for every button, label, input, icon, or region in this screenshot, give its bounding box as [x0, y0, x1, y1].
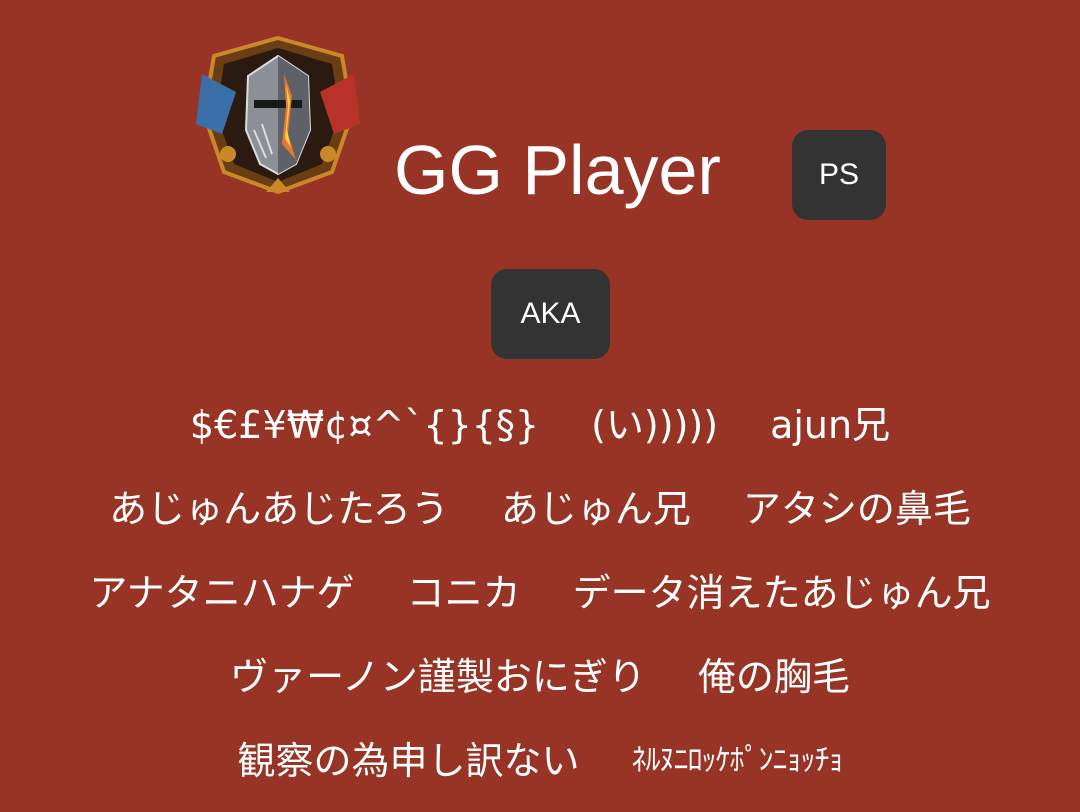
alias-item: ﾈﾙﾇﾆﾛｯｹﾎﾟﾝﾆｮｯﾁｮ	[631, 743, 844, 778]
aka-badge: AKA	[491, 269, 610, 359]
alias-item: (い)))))	[591, 403, 719, 447]
knight-helmet-emblem-icon	[192, 34, 364, 194]
alias-item: あじゅんあじたろう	[109, 487, 449, 531]
alias-row: 観察の為申し訳ない ﾈﾙﾇﾆﾛｯｹﾎﾟﾝﾆｮｯﾁｮ	[0, 728, 1080, 812]
alias-item: ヴァーノン謹製おにぎり	[230, 655, 646, 699]
alias-item: コニカ	[406, 571, 521, 615]
platform-badge: PS	[792, 130, 886, 220]
alias-item: 俺の胸毛	[697, 655, 850, 699]
player-name: GG Player	[394, 131, 721, 209]
alias-item: データ消えたあじゅん兄	[572, 571, 991, 615]
alias-row: ヴァーノン謹製おにぎり 俺の胸毛	[0, 644, 1080, 728]
alias-item: アタシの鼻毛	[742, 487, 971, 531]
alias-item: 観察の為申し訳ない	[237, 739, 580, 783]
platform-badge-label: PS	[818, 158, 860, 191]
alias-list: $€£¥₩¢¤^`{}{§} (い))))) ajun兄 あじゅんあじたろう あ…	[0, 392, 1080, 812]
alias-row: あじゅんあじたろう あじゅん兄 アタシの鼻毛	[0, 476, 1080, 560]
alias-item: あじゅん兄	[500, 487, 691, 531]
alias-item: $€£¥₩¢¤^`{}{§}	[189, 403, 540, 447]
alias-item: ajun兄	[770, 403, 891, 447]
aka-badge-label: AKA	[520, 297, 581, 330]
alias-row: $€£¥₩¢¤^`{}{§} (い))))) ajun兄	[0, 392, 1080, 476]
alias-row: アナタニハナゲ コニカ データ消えたあじゅん兄	[0, 560, 1080, 644]
alias-item: アナタニハナゲ	[89, 571, 355, 615]
